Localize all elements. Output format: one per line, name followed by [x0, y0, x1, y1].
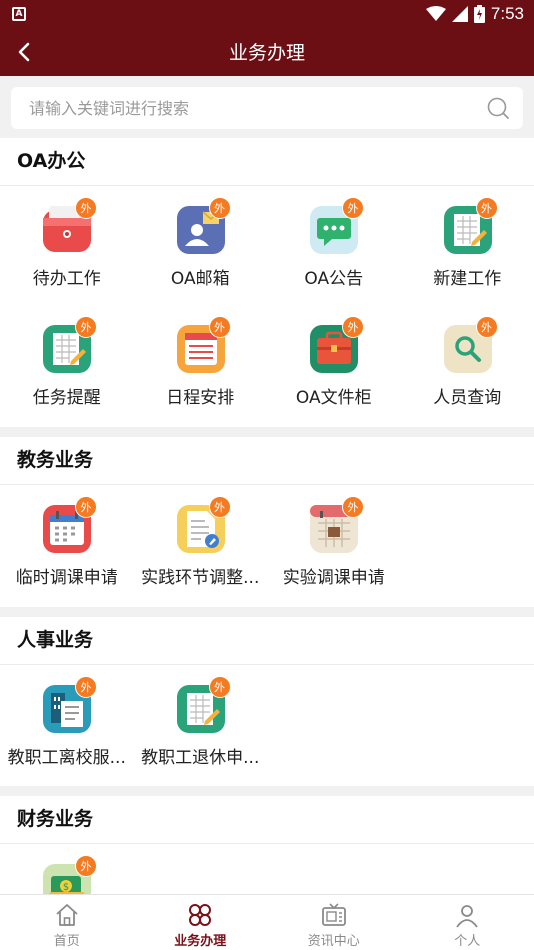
section-hr: 人事业务 外 教职工离校服... 外 教职工退休申...	[0, 617, 534, 786]
external-badge: 外	[75, 316, 97, 338]
external-badge: 外	[342, 197, 364, 219]
item-lab-course-change[interactable]: 外 实验调课申请	[267, 485, 401, 604]
section-title: OA办公	[0, 138, 534, 186]
tab-personal[interactable]: 个人	[401, 895, 534, 950]
item-todo-work[interactable]: 外 待办工作	[0, 186, 134, 305]
external-badge: 外	[75, 855, 97, 877]
item-label: 日程安排	[166, 388, 235, 408]
item-label: OA公告	[304, 269, 364, 289]
item-schedule[interactable]: 外 日程安排	[134, 305, 268, 424]
item-people-search[interactable]: 外 人员查询	[401, 305, 534, 424]
item-label: 人员查询	[433, 388, 502, 408]
tab-label: 业务办理	[174, 934, 227, 949]
tab-label: 个人	[454, 934, 481, 949]
news-tv-icon	[321, 903, 346, 926]
search-box[interactable]	[11, 87, 523, 129]
search-input[interactable]	[29, 87, 469, 129]
external-badge: 外	[75, 496, 97, 518]
tab-label: 首页	[53, 934, 80, 949]
signal-icon	[451, 6, 468, 22]
search-area	[0, 76, 534, 138]
item-label: 任务提醒	[32, 388, 101, 408]
section-oa: OA办公 外 待办工作 外 OA邮箱 外 OA公告 外 新建工作 外 任务提醒	[0, 138, 534, 427]
item-new-work[interactable]: 外 新建工作	[401, 186, 534, 305]
section-title: 财务业务	[0, 796, 534, 844]
section-finance: 财务业务 $ 外	[0, 796, 534, 894]
item-staff-leave-service[interactable]: 外 教职工离校服...	[0, 665, 134, 784]
item-temp-course-change[interactable]: 外 临时调课申请	[0, 485, 134, 604]
external-badge: 外	[208, 676, 231, 698]
status-bar: A 7:53	[0, 0, 534, 28]
external-badge: 外	[475, 197, 498, 219]
external-badge: 外	[342, 316, 364, 338]
wifi-icon	[425, 6, 446, 21]
external-badge: 外	[75, 676, 97, 698]
bottom-tab-bar: 首页 业务办理 资讯中心 个人	[0, 894, 534, 950]
external-badge: 外	[208, 496, 231, 518]
item-label: 教职工退休申...	[141, 748, 260, 768]
external-badge: 外	[475, 316, 498, 338]
battery-icon	[473, 5, 485, 23]
item-label: 待办工作	[32, 269, 101, 289]
item-label: 实验调课申请	[282, 568, 385, 588]
item-label: 教职工离校服...	[7, 748, 126, 768]
page-title: 业务办理	[228, 42, 305, 64]
item-task-reminder[interactable]: 外 任务提醒	[0, 305, 134, 424]
item-finance[interactable]: $ 外	[0, 844, 134, 894]
external-badge: 外	[75, 197, 97, 219]
item-label: OA邮箱	[170, 269, 230, 289]
home-icon	[56, 904, 78, 926]
tab-label: 资讯中心	[307, 934, 360, 949]
item-oa-mailbox[interactable]: 外 OA邮箱	[134, 186, 268, 305]
svg-text:$: $	[63, 882, 69, 893]
title-bar: 业务办理	[0, 28, 534, 76]
external-badge: 外	[208, 197, 231, 219]
item-label: 实践环节调整...	[141, 568, 260, 588]
item-file-cabinet[interactable]: 外 OA文件柜	[267, 305, 401, 424]
section-title: 教务业务	[0, 437, 534, 485]
external-badge: 外	[342, 496, 364, 518]
external-badge: 外	[208, 316, 231, 338]
business-icon	[189, 904, 212, 926]
clock: 7:53	[490, 4, 524, 23]
item-oa-announcement[interactable]: 外 OA公告	[267, 186, 401, 305]
app-notification-icon: A	[12, 7, 26, 21]
section-academic: 教务业务 外 临时调课申请 外 实践环节调整... 外 实验调课申请	[0, 437, 534, 607]
item-staff-retirement[interactable]: 外 教职工退休申...	[134, 665, 268, 784]
tab-business[interactable]: 业务办理	[134, 895, 268, 950]
item-label: OA文件柜	[295, 388, 372, 408]
person-icon	[456, 905, 478, 928]
section-title: 人事业务	[0, 617, 534, 665]
tab-home[interactable]: 首页	[0, 895, 134, 950]
item-practice-adjust[interactable]: 外 实践环节调整...	[134, 485, 268, 604]
search-icon[interactable]	[487, 97, 509, 119]
item-label: 新建工作	[433, 269, 502, 289]
item-label: 临时调课申请	[15, 568, 118, 588]
tab-news[interactable]: 资讯中心	[267, 895, 401, 950]
